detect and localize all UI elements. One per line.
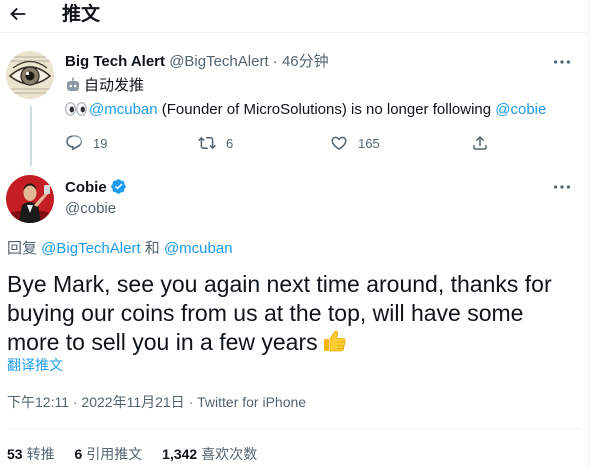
- automated-label-text: 自动发推: [84, 77, 145, 94]
- column-border: [588, 0, 589, 469]
- tweet1-share-button[interactable]: [471, 133, 489, 153]
- share-icon: [473, 135, 487, 150]
- tweet1-reply-count: 19: [93, 135, 108, 151]
- retweets-label: 转推: [26, 446, 55, 462]
- retweets-stat[interactable]: 53 转推: [7, 446, 55, 462]
- page-title: 推文: [62, 4, 101, 25]
- replying-to-and: 和: [140, 240, 164, 257]
- tweet1-like-count: 165: [358, 135, 380, 151]
- tweet1-retweet-count: 6: [226, 135, 234, 151]
- more-horizontal-icon: [553, 60, 571, 64]
- tweet2-timestamp[interactable]: 下午12:11 · 2022年11月21日 · Twitter for iPho…: [7, 392, 306, 412]
- tweet1-author-row: Big Tech Alert @BigTechAlert · 46分钟: [65, 52, 329, 72]
- tweet1-text: @mcuban (Founder of MicroSolutions) is n…: [65, 100, 546, 120]
- thread-connector: [30, 106, 32, 166]
- tweet1-retweet-button[interactable]: 6: [198, 133, 233, 153]
- tweet1-time[interactable]: 46分钟: [282, 53, 329, 70]
- mention-mcuban[interactable]: @mcuban: [89, 101, 158, 118]
- likes-stat[interactable]: 1,342 喜欢次数: [162, 446, 257, 462]
- arrow-left-icon: [10, 7, 26, 21]
- heart-icon: [331, 136, 347, 150]
- tweet2-author-name[interactable]: Cobie: [65, 179, 107, 196]
- retweets-count: 53: [7, 446, 23, 462]
- tweet2-body-text: Bye Mark, see you again next time around…: [7, 271, 552, 355]
- tweet1-like-button[interactable]: 165: [330, 133, 380, 153]
- robot-icon: [67, 77, 79, 91]
- eye-logo-icon: [6, 51, 54, 99]
- bigtechalert-avatar[interactable]: [6, 51, 54, 99]
- verified-badge-icon: [110, 179, 126, 194]
- tweet2-more-button[interactable]: [551, 176, 573, 198]
- quotes-label: 引用推文: [86, 446, 143, 462]
- replying-to-prefix: 回复: [7, 240, 42, 257]
- tweet2-stats: 53 转推 6 引用推文 1,342 喜欢次数: [7, 444, 273, 464]
- tweet1-author-name[interactable]: Big Tech Alert: [65, 53, 165, 70]
- retweet-icon: [198, 136, 216, 150]
- mention-mcuban-reply[interactable]: @mcuban: [164, 240, 233, 257]
- reply-icon: [66, 135, 82, 151]
- translate-tweet-link[interactable]: 翻译推文: [7, 356, 63, 374]
- stats-top-divider: [7, 428, 582, 429]
- mention-cobie[interactable]: @cobie: [495, 101, 546, 118]
- page-header: 推文: [0, 0, 588, 32]
- automated-label: 自动发推: [65, 76, 144, 96]
- eyes-emoji-icon: [65, 102, 87, 116]
- tweet1-reply-button[interactable]: 19: [65, 133, 107, 153]
- likes-label: 喜欢次数: [201, 446, 258, 462]
- more-horizontal-icon: [553, 185, 571, 189]
- tweet2-body: Bye Mark, see you again next time around…: [7, 270, 582, 357]
- tweet1-more-button[interactable]: [551, 51, 573, 73]
- mention-bigtechalert[interactable]: @BigTechAlert: [41, 240, 140, 257]
- tweet1-author-handle[interactable]: @BigTechAlert: [169, 53, 268, 70]
- likes-count: 1,342: [162, 446, 198, 462]
- replying-to: 回复 @BigTechAlert 和 @mcuban: [7, 239, 233, 259]
- cobie-avatar[interactable]: [6, 175, 54, 223]
- tweet2-author-handle[interactable]: @cobie: [65, 199, 116, 219]
- cobie-portrait-icon: [6, 175, 54, 223]
- tweet1-text-middle: (Founder of MicroSolutions) is no longer…: [157, 101, 496, 118]
- tweet-detail-page: 推文 Big Tech Alert @BigTechAlert · 46分钟 自…: [0, 0, 597, 469]
- quotes-count: 6: [74, 446, 83, 462]
- back-button[interactable]: [7, 3, 29, 25]
- tweet2-author-name-row[interactable]: Cobie: [65, 178, 127, 198]
- header-divider: [0, 32, 588, 33]
- quotes-stat[interactable]: 6 引用推文: [74, 446, 142, 462]
- tweet1-dot-separator: ·: [272, 53, 278, 70]
- thumbs-up-emoji-icon: [323, 330, 346, 352]
